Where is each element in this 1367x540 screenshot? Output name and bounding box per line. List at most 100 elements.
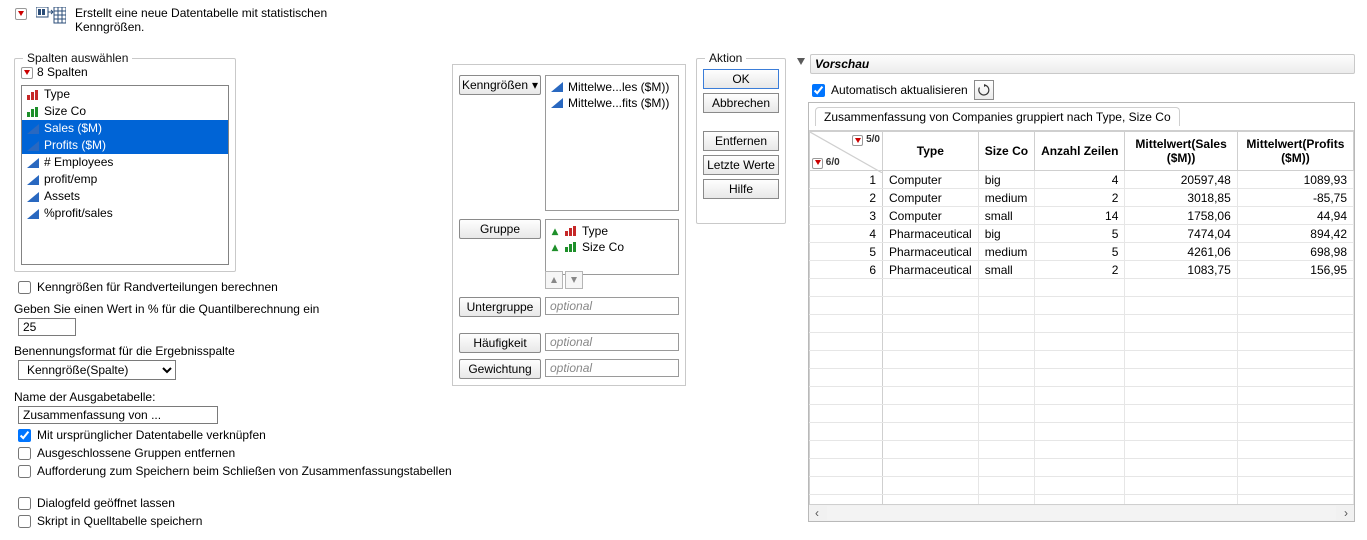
output-name-input[interactable] bbox=[18, 406, 218, 424]
column-item[interactable]: Profits ($M) bbox=[22, 137, 228, 154]
cell-type: Computer bbox=[883, 207, 979, 225]
group-role-button[interactable]: Gruppe bbox=[459, 219, 541, 239]
table-row[interactable]: 1Computerbig420597,481089,93 bbox=[810, 171, 1354, 189]
columns-group-title: Spalten auswählen bbox=[23, 51, 132, 65]
table-row-empty bbox=[810, 387, 1354, 405]
table-row[interactable]: 2Computermedium23018,85-85,75 bbox=[810, 189, 1354, 207]
cell-type: Pharmaceutical bbox=[883, 225, 979, 243]
actions-title: Aktion bbox=[705, 51, 746, 65]
col-header[interactable]: Size Co bbox=[978, 132, 1034, 171]
column-item[interactable]: %profit/sales bbox=[22, 205, 228, 222]
role-item-label: Mittelwe...les ($M)) bbox=[568, 80, 669, 94]
row-number: 5 bbox=[810, 243, 883, 261]
cell-count: 14 bbox=[1035, 207, 1125, 225]
table-row-empty bbox=[810, 441, 1354, 459]
keep-dialog-checkbox[interactable] bbox=[18, 497, 31, 510]
refresh-icon bbox=[978, 84, 990, 96]
statistics-role-box[interactable]: Mittelwe...les ($M)) Mittelwe...fits ($M)… bbox=[545, 75, 679, 211]
help-button[interactable]: Hilfe bbox=[703, 179, 779, 199]
column-item[interactable]: # Employees bbox=[22, 154, 228, 171]
preview-data-grid[interactable]: 5/0 6/0 Type Size Co Anzahl Zeilen Mitte… bbox=[809, 131, 1354, 504]
dialog-description: Erstellt eine neue Datentabelle mit stat… bbox=[75, 6, 327, 34]
table-row[interactable]: 3Computersmall141758,0644,94 bbox=[810, 207, 1354, 225]
role-assignment-panel: Kenngrößen▾ Mittelwe...les ($M))Mittelwe… bbox=[452, 64, 686, 386]
save-prompt-checkbox[interactable] bbox=[18, 465, 31, 478]
cell-profits: 894,42 bbox=[1237, 225, 1353, 243]
column-label: Type bbox=[44, 87, 70, 102]
table-row-empty bbox=[810, 495, 1354, 505]
column-type-icon bbox=[26, 191, 40, 203]
role-item[interactable]: ▴Size Co bbox=[550, 239, 674, 255]
role-item-label: Type bbox=[582, 224, 608, 238]
remove-button[interactable]: Entfernen bbox=[703, 131, 779, 151]
statistics-role-button[interactable]: Kenngrößen▾ bbox=[459, 75, 541, 95]
refresh-button[interactable] bbox=[974, 80, 994, 100]
actions-group: Aktion OK Abbrechen Entfernen Letzte Wer… bbox=[696, 58, 786, 224]
quantile-input[interactable] bbox=[18, 318, 76, 336]
cancel-button[interactable]: Abbrechen bbox=[703, 93, 779, 113]
table-row-empty bbox=[810, 477, 1354, 495]
freq-role-box[interactable]: optional bbox=[545, 333, 679, 351]
column-type-icon bbox=[26, 89, 40, 101]
role-item[interactable]: Mittelwe...les ($M)) bbox=[550, 79, 674, 95]
role-item[interactable]: ▴Type bbox=[550, 223, 674, 239]
group-role-box[interactable]: ▴Type▴Size Co bbox=[545, 219, 679, 275]
remove-excluded-checkbox[interactable] bbox=[18, 447, 31, 460]
table-row[interactable]: 5Pharmaceuticalmedium54261,06698,98 bbox=[810, 243, 1354, 261]
table-row[interactable]: 6Pharmaceuticalsmall21083,75156,95 bbox=[810, 261, 1354, 279]
scroll-right-icon[interactable]: › bbox=[1338, 506, 1354, 520]
column-item[interactable]: Type bbox=[22, 86, 228, 103]
naming-format-select[interactable]: Kenngröße(Spalte) bbox=[18, 360, 176, 380]
subgroup-role-button[interactable]: Untergruppe bbox=[459, 297, 541, 317]
cell-size: small bbox=[978, 261, 1034, 279]
horizontal-scrollbar[interactable]: ‹ › bbox=[809, 504, 1354, 521]
preview-title: Vorschau bbox=[810, 54, 1355, 74]
menu-disclosure-icon[interactable] bbox=[15, 8, 27, 20]
column-item[interactable]: Size Co bbox=[22, 103, 228, 120]
column-type-icon bbox=[564, 241, 578, 253]
column-item[interactable]: Sales ($M) bbox=[22, 120, 228, 137]
column-type-icon bbox=[26, 208, 40, 220]
col-header[interactable]: Anzahl Zeilen bbox=[1035, 132, 1125, 171]
weight-role-button[interactable]: Gewichtung bbox=[459, 359, 541, 379]
row-number: 3 bbox=[810, 207, 883, 225]
column-type-icon bbox=[26, 106, 40, 118]
row-number: 2 bbox=[810, 189, 883, 207]
columns-menu-icon[interactable] bbox=[21, 67, 33, 79]
weight-role-box[interactable]: optional bbox=[545, 359, 679, 377]
subgroup-role-box[interactable]: optional bbox=[545, 297, 679, 315]
col-header[interactable]: Mittelwert(Profits ($M)) bbox=[1237, 132, 1353, 171]
freq-role-button[interactable]: Häufigkeit bbox=[459, 333, 541, 353]
marginal-stats-label: Kenngrößen für Randverteilungen berechne… bbox=[37, 280, 278, 294]
cell-size: small bbox=[978, 207, 1034, 225]
col-header[interactable]: Type bbox=[883, 132, 979, 171]
scroll-left-icon[interactable]: ‹ bbox=[809, 506, 825, 520]
column-label: Profits ($M) bbox=[44, 138, 106, 153]
cell-count: 5 bbox=[1035, 243, 1125, 261]
table-row-empty bbox=[810, 333, 1354, 351]
role-item-label: Mittelwe...fits ($M)) bbox=[568, 96, 669, 110]
marginal-stats-checkbox[interactable] bbox=[18, 281, 31, 294]
sort-descending-button[interactable] bbox=[565, 271, 583, 289]
column-item[interactable]: profit/emp bbox=[22, 171, 228, 188]
ok-button[interactable]: OK bbox=[703, 69, 779, 89]
table-row-empty bbox=[810, 297, 1354, 315]
preview-grid-panel: Zusammenfassung von Companies gruppiert … bbox=[808, 102, 1355, 522]
output-name-label: Name der Ausgabetabelle: bbox=[14, 390, 155, 404]
recall-button[interactable]: Letzte Werte bbox=[703, 155, 779, 175]
columns-list[interactable]: TypeSize CoSales ($M)Profits ($M)# Emplo… bbox=[21, 85, 229, 265]
column-item[interactable]: Assets bbox=[22, 188, 228, 205]
role-item[interactable]: Mittelwe...fits ($M)) bbox=[550, 95, 674, 111]
cell-profits: 1089,93 bbox=[1237, 171, 1353, 189]
auto-refresh-checkbox[interactable] bbox=[812, 84, 825, 97]
save-script-checkbox[interactable] bbox=[18, 515, 31, 528]
link-original-checkbox[interactable] bbox=[18, 429, 31, 442]
preview-disclosure-icon[interactable] bbox=[795, 56, 807, 68]
quantile-label: Geben Sie einen Wert in % für die Quanti… bbox=[14, 302, 319, 316]
col-header[interactable]: Mittelwert(Sales ($M)) bbox=[1125, 132, 1237, 171]
table-row[interactable]: 4Pharmaceuticalbig57474,04894,42 bbox=[810, 225, 1354, 243]
column-type-icon bbox=[26, 140, 40, 152]
sort-ascending-button[interactable] bbox=[545, 271, 563, 289]
cell-profits: 156,95 bbox=[1237, 261, 1353, 279]
cell-size: medium bbox=[978, 243, 1034, 261]
